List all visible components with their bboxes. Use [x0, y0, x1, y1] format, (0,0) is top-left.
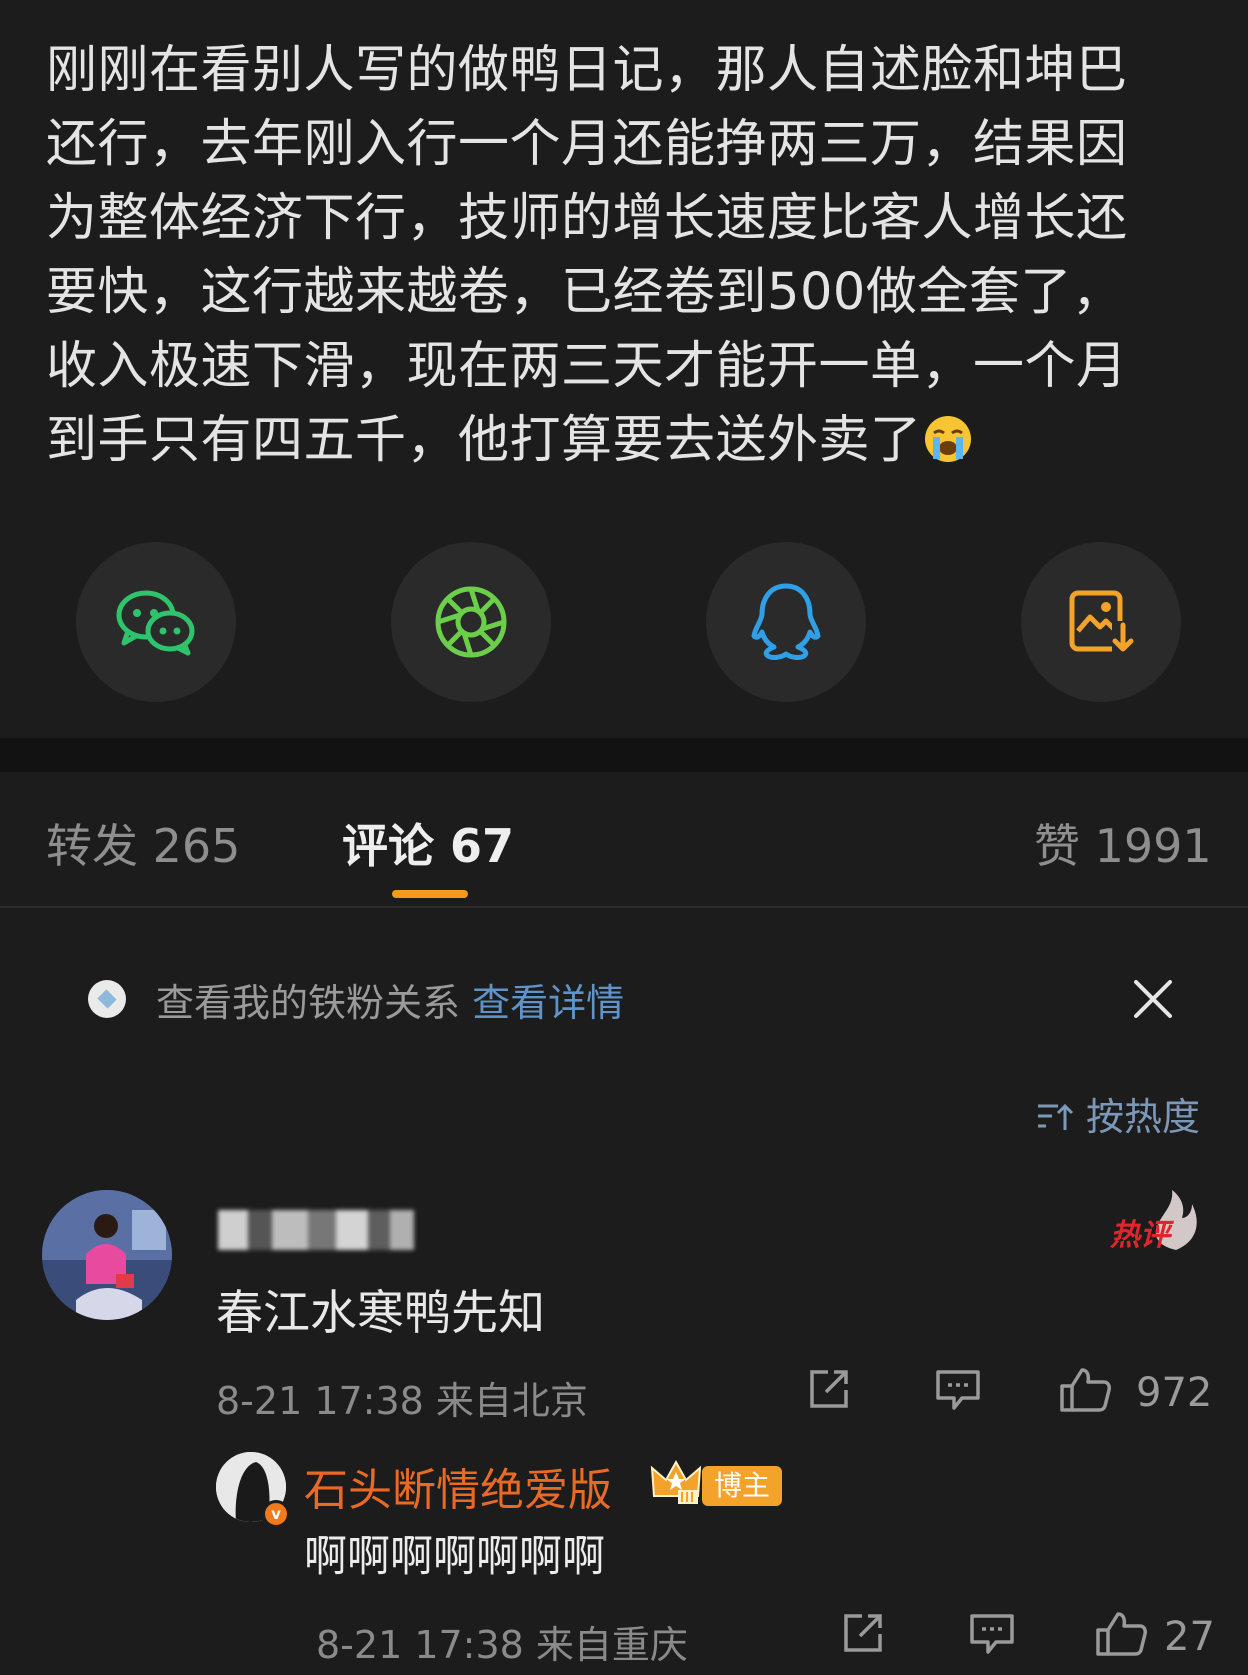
diamond-icon — [88, 980, 126, 1018]
post-line: 收入极速下滑，现在两三天才能开一单，一个月 — [46, 337, 1128, 396]
tab-repost[interactable]: 转发 265 — [46, 810, 240, 876]
comment-item: 热评 春江水寒鸭先知 8-21 17:38 来自北京 972 v 石头断情绝爱版… — [0, 1190, 1248, 1670]
share-icon[interactable] — [840, 1610, 888, 1656]
comment-icon[interactable] — [934, 1366, 982, 1412]
active-tab-indicator — [392, 890, 468, 898]
reply-text: 啊啊啊啊啊啊啊 — [304, 1532, 605, 1582]
fan-bar-text: 查看我的铁粉关系 查看详情 — [156, 972, 624, 1027]
fan-bar-label: 查看我的铁粉关系 — [156, 981, 461, 1025]
post-line: 要快，这行越来越卷，已经卷到500做全套了， — [46, 263, 1124, 322]
reply-item: v 石头断情绝爱版 博主 啊啊啊啊啊啊啊 8-21 17:38 来自重庆 27 — [0, 1440, 1248, 1670]
blogger-tag: 博主 — [702, 1466, 783, 1506]
section-divider — [0, 738, 1248, 772]
hot-comment-label: 热评 — [1110, 1218, 1170, 1253]
tab-comments[interactable]: 评论 67 — [342, 810, 514, 876]
moments-icon — [435, 586, 507, 658]
crown-icon — [650, 1459, 702, 1504]
post-text: 刚刚在看别人写的做鸭日记，那人自述脸和坤巴 还行，去年刚入行一个月还能挣两三万，… — [46, 34, 1206, 478]
username-blurred[interactable] — [218, 1210, 414, 1250]
save-image-icon — [1069, 590, 1134, 655]
post-body: 刚刚在看别人写的做鸭日记，那人自述脸和坤巴 还行，去年刚入行一个月还能挣两三万，… — [0, 0, 1248, 738]
post-line: 为整体经济下行，技师的增长速度比客人增长还 — [46, 189, 1128, 248]
comment-meta: 8-21 17:38 来自北京 — [216, 1379, 588, 1423]
hot-comment-badge: 热评 — [1110, 1190, 1206, 1254]
post-line-text: 到手只有四五千，他打算要去送外卖了 — [46, 411, 922, 470]
post-tabs: 转发 265 评论 67 赞 1991 — [0, 772, 1248, 908]
avatar-image — [42, 1190, 172, 1320]
verified-badge: v — [262, 1500, 290, 1528]
share-qq-button[interactable] — [706, 542, 866, 702]
share-icon[interactable] — [806, 1366, 854, 1412]
comment-icon[interactable] — [968, 1610, 1016, 1656]
share-wechat-button[interactable] — [76, 542, 236, 702]
like-icon[interactable] — [1058, 1366, 1112, 1412]
reply-meta: 8-21 17:38 来自重庆 — [316, 1623, 688, 1667]
loudly-crying-face-icon — [924, 416, 971, 462]
qq-icon — [751, 583, 821, 660]
close-icon[interactable] — [1130, 976, 1176, 1022]
share-moments-button[interactable] — [391, 542, 551, 702]
post-line: 还行，去年刚入行一个月还能挣两三万，结果因 — [46, 115, 1128, 174]
iron-fan-bar: 查看我的铁粉关系 查看详情 — [0, 960, 1248, 1040]
share-row — [0, 542, 1248, 702]
wechat-icon — [116, 590, 195, 656]
post-line-last: 到手只有四五千，他打算要去送外卖了 — [46, 404, 1206, 478]
avatar[interactable] — [42, 1190, 172, 1320]
sort-button[interactable]: 按热度 — [1036, 1086, 1200, 1141]
post-line: 刚刚在看别人写的做鸭日记，那人自述脸和坤巴 — [46, 41, 1128, 100]
sort-label: 按热度 — [1086, 1095, 1201, 1139]
comment-text: 春江水寒鸭先知 — [216, 1286, 545, 1341]
reply-username[interactable]: 石头断情绝爱版 — [304, 1454, 612, 1518]
save-image-button[interactable] — [1021, 542, 1181, 702]
like-count: 27 — [1164, 1614, 1215, 1660]
sort-icon — [1038, 1103, 1074, 1130]
like-icon[interactable] — [1094, 1610, 1148, 1656]
like-count: 972 — [1136, 1370, 1213, 1416]
tab-likes[interactable]: 赞 1991 — [1034, 810, 1212, 876]
view-details-link[interactable]: 查看详情 — [472, 981, 624, 1025]
